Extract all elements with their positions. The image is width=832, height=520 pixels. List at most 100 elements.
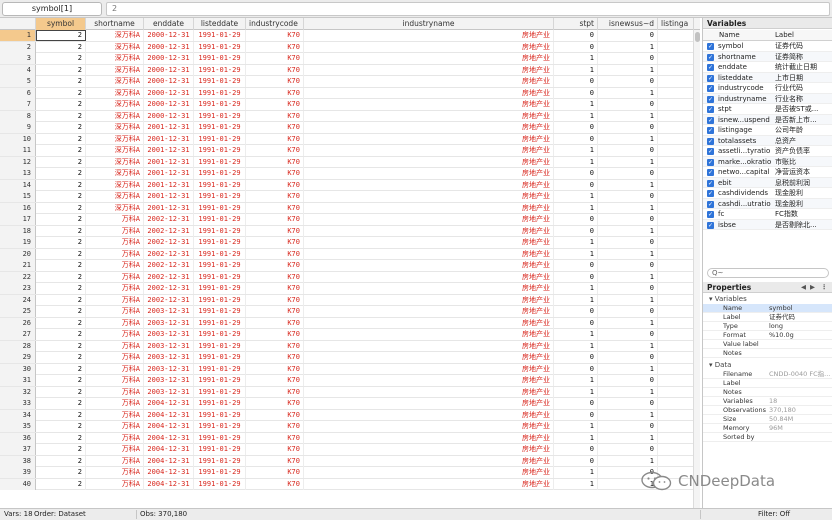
variable-item-17[interactable]: ✓ isbse 是否剔除北... — [703, 219, 832, 230]
cell-enddate[interactable]: 2001-12-31 — [144, 156, 194, 168]
cell-shortname[interactable]: 万科A — [86, 398, 144, 409]
cell-industryname[interactable]: 房地产业 — [304, 214, 554, 225]
cell-shortname[interactable]: 深万科A — [86, 191, 144, 202]
cell-industryname[interactable]: 房地产业 — [304, 202, 554, 214]
cell-enddate[interactable]: 2004-12-31 — [144, 455, 194, 467]
cell-listinga[interactable] — [658, 317, 694, 329]
cell-shortname[interactable]: 深万科A — [86, 99, 144, 110]
cell-industrycode[interactable]: K70 — [246, 409, 304, 421]
cell-listeddate[interactable]: 1991-01-29 — [194, 398, 246, 409]
cell-stpt[interactable]: 0 — [554, 444, 598, 455]
cell-symbol[interactable]: 2 — [36, 168, 86, 179]
cell-shortname[interactable]: 深万科A — [86, 41, 144, 53]
cell-enddate[interactable]: 2001-12-31 — [144, 122, 194, 133]
cell-listeddate[interactable]: 1991-01-29 — [194, 214, 246, 225]
column-header-listinga[interactable]: listinga — [658, 18, 694, 30]
cell-shortname[interactable]: 万科A — [86, 329, 144, 340]
cell-listeddate[interactable]: 1991-01-29 — [194, 64, 246, 76]
row-number[interactable]: 2 — [0, 41, 36, 53]
cell-listeddate[interactable]: 1991-01-29 — [194, 329, 246, 340]
column-header-enddate[interactable]: enddate — [144, 18, 194, 30]
cell-shortname[interactable]: 深万科A — [86, 122, 144, 133]
variables-col-label[interactable]: Label — [775, 30, 794, 41]
cell-industrycode[interactable]: K70 — [246, 214, 304, 225]
cell-listeddate[interactable]: 1991-01-29 — [194, 467, 246, 478]
cell-isnew[interactable]: 1 — [598, 363, 658, 375]
cell-industrycode[interactable]: K70 — [246, 317, 304, 329]
cell-listeddate[interactable]: 1991-01-29 — [194, 444, 246, 455]
cell-symbol[interactable]: 2 — [36, 271, 86, 283]
cell-shortname[interactable]: 深万科A — [86, 179, 144, 191]
checkbox-checked-icon[interactable]: ✓ — [707, 53, 714, 61]
cell-symbol[interactable]: 2 — [36, 444, 86, 455]
cell-enddate[interactable]: 2000-12-31 — [144, 41, 194, 53]
cell-stpt[interactable]: 1 — [554, 99, 598, 110]
cell-industryname[interactable]: 房地产业 — [304, 76, 554, 87]
cell-industryname[interactable]: 房地产业 — [304, 237, 554, 248]
cell-stpt[interactable]: 1 — [554, 145, 598, 156]
cell-isnew[interactable]: 0 — [598, 398, 658, 409]
cell-listeddate[interactable]: 1991-01-29 — [194, 168, 246, 179]
table-row[interactable]: 34 2 万科A 2004-12-31 1991-01-29 K70 房地产业 0 1 — [0, 409, 700, 421]
table-row[interactable]: 23 2 万科A 2002-12-31 1991-01-29 K70 房地产业 1 0 — [0, 283, 700, 295]
cell-listeddate[interactable]: 1991-01-29 — [194, 99, 246, 110]
table-row[interactable]: 14 2 深万科A 2001-12-31 1991-01-29 K70 房地产业 0 1 — [0, 179, 700, 191]
row-number[interactable]: 18 — [0, 225, 36, 237]
cell-isnew[interactable]: 1 — [598, 432, 658, 444]
table-row[interactable]: 12 2 深万科A 2001-12-31 1991-01-29 K70 房地产业 1 1 — [0, 156, 700, 168]
cell-symbol[interactable]: 2 — [36, 202, 86, 214]
cell-shortname[interactable]: 万科A — [86, 386, 144, 398]
cell-isnew[interactable]: 0 — [598, 260, 658, 271]
cell-listinga[interactable] — [658, 248, 694, 260]
cell-stpt[interactable]: 1 — [554, 202, 598, 214]
cell-shortname[interactable]: 深万科A — [86, 110, 144, 122]
properties-data-section[interactable]: ▾ Data — [703, 360, 832, 370]
checkbox-checked-icon[interactable]: ✓ — [707, 158, 714, 166]
cell-isnew[interactable]: 1 — [598, 409, 658, 421]
row-number[interactable]: 24 — [0, 294, 36, 306]
cell-industrycode[interactable]: K70 — [246, 248, 304, 260]
cell-industryname[interactable]: 房地产业 — [304, 375, 554, 386]
cell-enddate[interactable]: 2000-12-31 — [144, 87, 194, 99]
cell-stpt[interactable]: 0 — [554, 455, 598, 467]
cell-isnew[interactable]: 0 — [598, 168, 658, 179]
cell-industryname[interactable]: 房地产业 — [304, 271, 554, 283]
cell-listeddate[interactable]: 1991-01-29 — [194, 248, 246, 260]
table-row[interactable]: 21 2 万科A 2002-12-31 1991-01-29 K70 房地产业 0 0 — [0, 260, 700, 272]
table-row[interactable]: 22 2 万科A 2002-12-31 1991-01-29 K70 房地产业 0 1 — [0, 271, 700, 283]
cell-enddate[interactable]: 2003-12-31 — [144, 317, 194, 329]
cell-isnew[interactable]: 0 — [598, 444, 658, 455]
column-header-shortname[interactable]: shortname — [86, 18, 144, 30]
cell-industryname[interactable]: 房地产业 — [304, 386, 554, 398]
cell-isnew[interactable]: 0 — [598, 283, 658, 294]
property-row[interactable]: ›FilenameCNDD-0040 FC指... — [703, 370, 832, 379]
row-number[interactable]: 4 — [0, 64, 36, 76]
cell-stpt[interactable]: 0 — [554, 260, 598, 271]
row-number[interactable]: 22 — [0, 271, 36, 283]
cell-listinga[interactable] — [658, 386, 694, 398]
cell-industryname[interactable]: 房地产业 — [304, 30, 554, 41]
row-number[interactable]: 35 — [0, 421, 36, 432]
cell-shortname[interactable]: 深万科A — [86, 30, 144, 41]
cell-listinga[interactable] — [658, 329, 694, 340]
cell-listeddate[interactable]: 1991-01-29 — [194, 363, 246, 375]
grid-vertical-scrollbar[interactable] — [693, 30, 700, 508]
cell-listeddate[interactable]: 1991-01-29 — [194, 478, 246, 490]
checkbox-checked-icon[interactable]: ✓ — [707, 95, 714, 103]
cell-shortname[interactable]: 万科A — [86, 478, 144, 490]
variable-item-0[interactable]: ✓ symbol 证券代码 — [703, 41, 832, 52]
cell-listinga[interactable] — [658, 444, 694, 455]
cell-symbol[interactable]: 2 — [36, 248, 86, 260]
cell-enddate[interactable]: 2000-12-31 — [144, 64, 194, 76]
cell-stpt[interactable]: 1 — [554, 53, 598, 64]
cell-industryname[interactable]: 房地产业 — [304, 444, 554, 455]
cell-enddate[interactable]: 2003-12-31 — [144, 386, 194, 398]
table-row[interactable]: 31 2 万科A 2003-12-31 1991-01-29 K70 房地产业 1 0 — [0, 375, 700, 387]
cell-isnew[interactable]: 1 — [598, 202, 658, 214]
cell-symbol[interactable]: 2 — [36, 76, 86, 87]
property-row[interactable]: Observations 370,180 — [703, 406, 832, 415]
cell-enddate[interactable]: 2003-12-31 — [144, 375, 194, 386]
cell-enddate[interactable]: 2000-12-31 — [144, 110, 194, 122]
cell-symbol[interactable]: 2 — [36, 329, 86, 340]
cell-isnew[interactable]: 1 — [598, 340, 658, 352]
